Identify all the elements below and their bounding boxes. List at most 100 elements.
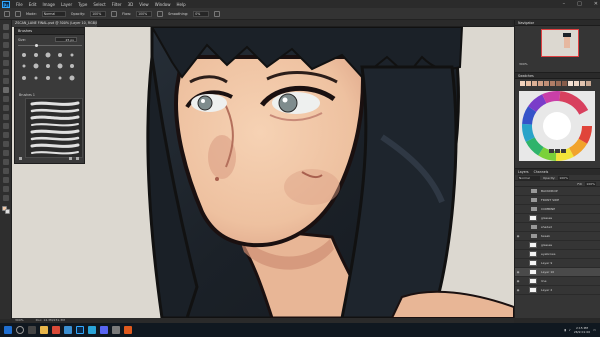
menu-3d[interactable]: 3D [128,2,134,7]
quick-select-tool-icon[interactable] [3,51,9,57]
eye-icon[interactable]: ◉ [515,270,521,274]
eye-icon[interactable]: ◉ [515,288,521,292]
layer-row[interactable]: Layer 9 [515,259,600,268]
layer-row[interactable]: COMBINE [515,205,600,214]
layer-row[interactable]: ◉ tweak [515,232,600,241]
eye-icon[interactable]: ◉ [515,234,521,238]
brush-presets-grid[interactable] [19,50,81,90]
document-tab[interactable]: ZSCAN_LANE FINAL.psd @ 300% (Layer 10, R… [12,20,97,27]
gradient-tool-icon[interactable] [3,123,9,129]
layer-row[interactable]: shaded [515,223,600,232]
minimize-icon[interactable]: – [563,1,566,7]
brush-folder-label[interactable]: Brushes 1 [19,93,35,97]
search-icon[interactable] [16,326,24,334]
brush-size-field[interactable]: 25 px [55,37,77,42]
layer-row[interactable]: FRONT SIDE [515,196,600,205]
blend-mode-select[interactable]: Normal [518,175,540,180]
network-icon[interactable]: ▮ [564,328,566,332]
color-wheel[interactable] [519,91,595,161]
menu-window[interactable]: Window [155,2,171,7]
menu-edit[interactable]: Edit [29,2,37,7]
layer-name: COMBINE [541,207,556,211]
menu-help[interactable]: Help [176,2,185,7]
brush-size-slider[interactable] [18,45,82,46]
discord-icon[interactable] [100,326,108,334]
layer-name: Layer 2 [541,288,553,292]
volume-icon[interactable]: ♪ [569,328,571,332]
layer-row[interactable]: ◉ line [515,277,600,286]
mode-select[interactable]: Normal [41,10,66,17]
layer-opacity-field[interactable]: 100% [558,175,569,180]
canvas-area[interactable] [12,27,514,318]
brush-tool-icon[interactable] [3,87,9,93]
settings-icon[interactable] [214,10,221,17]
layers-list: BACKDROP FRONT SIDE COMBINE glasses shad… [515,187,600,295]
layer-row[interactable]: BACKDROP [515,187,600,196]
layer-row-selected[interactable]: ◉ Layer 10 [515,268,600,277]
photoshop-taskbar-icon[interactable] [76,326,84,334]
task-view-icon[interactable] [28,326,36,334]
app-icon[interactable] [112,326,120,334]
swatch-row[interactable] [520,81,591,86]
obs-icon[interactable] [124,326,132,334]
clock[interactable]: 2:15 PM 26/9 01:00 [574,326,590,334]
chrome-icon[interactable] [52,326,60,334]
layer-row[interactable]: glasses [515,214,600,223]
opacity-field[interactable]: 100% [90,10,107,17]
edge-icon[interactable] [64,326,72,334]
window-controls: – □ ✕ [563,0,598,8]
menu-view[interactable]: View [139,2,149,7]
lasso-tool-icon[interactable] [3,42,9,48]
layer-row[interactable]: glasses [515,241,600,250]
zoom-tool-icon[interactable] [3,195,9,201]
marquee-tool-icon[interactable] [3,33,9,39]
hand-tool-icon[interactable] [3,186,9,192]
shape-tool-icon[interactable] [3,177,9,183]
menu-type[interactable]: Type [78,2,87,7]
tab-channels[interactable]: Channels [534,169,549,175]
eye-icon[interactable]: ◉ [515,279,521,283]
home-icon[interactable] [4,10,10,17]
pen-tool-icon[interactable] [3,150,9,156]
eyedropper-tool-icon[interactable] [3,69,9,75]
brush-size-knob[interactable] [35,43,38,47]
crop-tool-icon[interactable] [3,60,9,66]
maximize-icon[interactable]: □ [577,1,582,7]
windows-icon[interactable] [4,326,12,334]
layer-fill-field[interactable]: 100% [585,181,596,186]
menu-filter[interactable]: Filter [112,2,122,7]
healing-tool-icon[interactable] [3,78,9,84]
close-icon[interactable]: ✕ [594,1,598,7]
navigator-zoom-value: 300% [519,62,528,66]
navigator-panel: Navigator 300% [514,20,600,72]
menu-layer[interactable]: Layer [61,2,72,7]
menu-file[interactable]: File [16,2,23,7]
type-tool-icon[interactable] [3,159,9,165]
file-explorer-icon[interactable] [40,326,48,334]
brush-tool-icon[interactable] [15,10,21,17]
notification-icon[interactable]: ▭ [593,328,596,332]
history-brush-tool-icon[interactable] [3,105,9,111]
navigator-thumbnail[interactable] [541,29,579,57]
menu-select[interactable]: Select [93,2,105,7]
dodge-tool-icon[interactable] [3,141,9,147]
layer-row[interactable]: ◉ Layer 2 [515,286,600,295]
brush-stroke-list[interactable] [25,98,83,158]
stamp-tool-icon[interactable] [3,96,9,102]
menu-image[interactable]: Image [42,2,55,7]
flow-field[interactable]: 100% [136,10,153,17]
move-tool-icon[interactable] [3,24,9,30]
airbrush-icon[interactable] [157,10,164,17]
blur-tool-icon[interactable] [3,132,9,138]
opacity-label: Opacity: [70,11,86,16]
navigator-zoom[interactable]: 300% [519,62,597,67]
skype-icon[interactable] [88,326,96,334]
eraser-tool-icon[interactable] [3,114,9,120]
pressure-opacity-icon[interactable] [111,10,118,17]
smoothing-field[interactable]: 0% [193,10,210,17]
background-color-swatch[interactable] [5,209,10,214]
layer-row[interactable]: eyebrows [515,250,600,259]
path-select-tool-icon[interactable] [3,168,9,174]
tab-layers[interactable]: Layers [518,169,529,175]
layer-thumbnail [529,242,537,248]
